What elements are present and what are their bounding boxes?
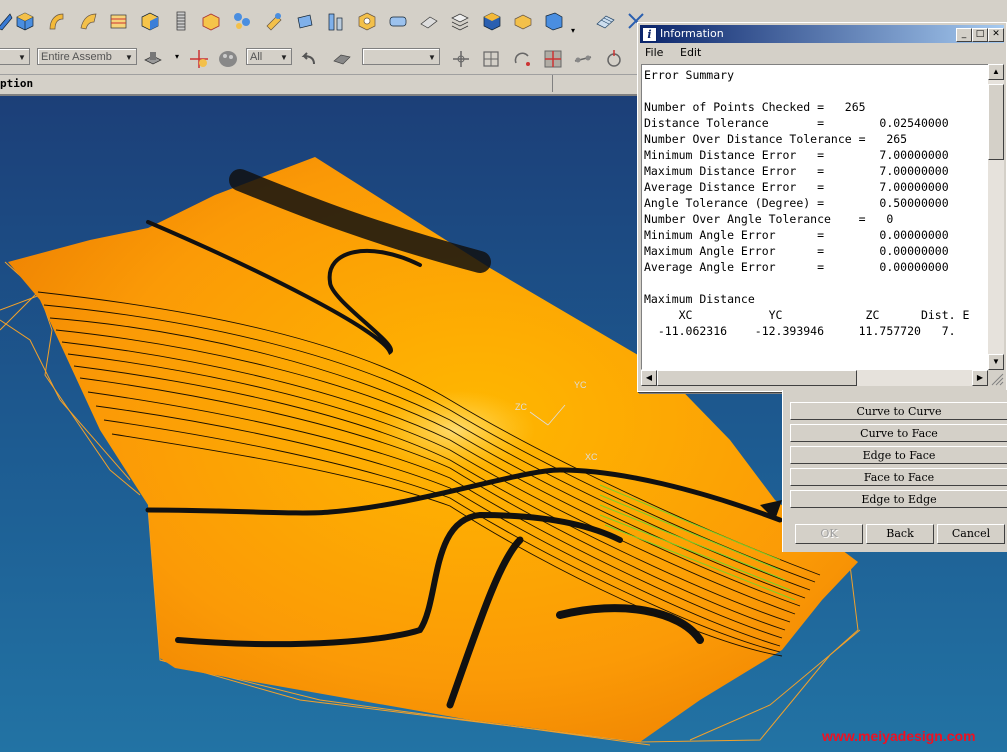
- info-line: Number Over Angle Tolerance = 0: [644, 212, 894, 226]
- boss-icon[interactable]: [387, 10, 409, 32]
- information-titlebar[interactable]: i Information _ □ ✕: [640, 25, 1004, 43]
- hollow-icon[interactable]: [200, 10, 222, 32]
- pattern-icon[interactable]: [231, 10, 253, 32]
- back-button[interactable]: Back: [866, 524, 934, 544]
- info-line: Number Over Distance Tolerance = 265: [644, 132, 908, 146]
- info-line: Maximum Angle Error = 0.00000000: [644, 244, 949, 258]
- cancel-button[interactable]: Cancel: [937, 524, 1005, 544]
- slot-icon[interactable]: [418, 10, 440, 32]
- maximize-button[interactable]: □: [972, 28, 988, 42]
- snap-point-icon[interactable]: [450, 48, 472, 70]
- curve-to-face-button[interactable]: Curve to Face: [790, 424, 1007, 442]
- info-icon: i: [642, 27, 657, 42]
- solid-blue-icon[interactable]: [481, 10, 503, 32]
- part-select-icon[interactable]: [142, 48, 164, 70]
- info-line: [644, 275, 988, 291]
- info-line: -11.062316 -12.393946 11.757720 7.: [644, 324, 956, 338]
- chamfer-icon[interactable]: [543, 10, 565, 32]
- vertical-scrollbar[interactable]: ▲ ▼: [988, 64, 1004, 370]
- deviation-check-panel: Curve to Curve Curve to Face Edge to Fac…: [782, 390, 1007, 552]
- snap-center-icon[interactable]: [480, 48, 502, 70]
- type-filter-select[interactable]: All ▼: [246, 48, 292, 65]
- zc-axis-label: ZC: [515, 402, 527, 412]
- edge-to-face-button[interactable]: Edge to Face: [790, 446, 1007, 464]
- edit-menu[interactable]: Edit: [680, 46, 701, 60]
- info-line: Average Angle Error = 0.00000000: [644, 260, 949, 274]
- filter-combo[interactable]: ▼: [0, 48, 30, 65]
- chevron-down-icon: ▼: [125, 53, 133, 62]
- layers-icon[interactable]: [449, 10, 471, 32]
- snap-tangent-icon[interactable]: [603, 48, 625, 70]
- type-filter-value: All: [250, 51, 263, 63]
- point-snap-icon[interactable]: [188, 48, 210, 70]
- cube-blue-icon[interactable]: [139, 10, 161, 32]
- hex-icon[interactable]: [356, 10, 378, 32]
- ok-button[interactable]: OK: [795, 524, 863, 544]
- info-line: XC YC ZC Dist. E: [644, 308, 970, 322]
- extra-column-header[interactable]: [553, 75, 637, 92]
- block-icon[interactable]: [14, 10, 36, 32]
- xc-axis-label: XC: [585, 452, 598, 462]
- scroll-up-button[interactable]: ▲: [988, 64, 1004, 80]
- assembly-scope-select[interactable]: Entire Assemb ▼: [37, 48, 137, 65]
- snap-arc-icon[interactable]: [511, 48, 533, 70]
- resize-grip[interactable]: [988, 370, 1004, 386]
- snap-quadrant-icon[interactable]: [542, 48, 564, 70]
- information-window: i Information _ □ ✕ File Edit Error Summ…: [637, 22, 1007, 392]
- curve-to-curve-button[interactable]: Curve to Curve: [790, 402, 1007, 420]
- scroll-right-button[interactable]: ▶: [972, 370, 988, 386]
- hscroll-thumb[interactable]: [657, 370, 857, 386]
- edge-to-edge-button[interactable]: Edge to Edge: [790, 490, 1007, 508]
- info-line: Minimum Angle Error = 0.00000000: [644, 228, 949, 242]
- horizontal-scrollbar[interactable]: ◀ ▶: [641, 370, 988, 386]
- information-text-area[interactable]: Error Summary Number of Points Checked =…: [641, 64, 991, 370]
- info-line: Angle Tolerance (Degree) = 0.50000000: [644, 196, 949, 210]
- chevron-down-icon[interactable]: ▾: [175, 52, 179, 61]
- minimize-button[interactable]: _: [956, 28, 972, 42]
- description-column-header[interactable]: ption: [0, 75, 553, 92]
- mesh-icon[interactable]: [594, 10, 616, 32]
- info-line: [644, 83, 988, 99]
- scroll-down-button[interactable]: ▼: [988, 354, 1004, 370]
- close-button[interactable]: ✕: [988, 28, 1004, 42]
- menu-bar: File Edit: [640, 44, 1004, 62]
- revolve-icon[interactable]: [77, 10, 99, 32]
- toolbar-overflow-icon[interactable]: ▾: [571, 26, 575, 35]
- undo-select-icon[interactable]: [298, 48, 320, 70]
- offset-face-icon[interactable]: [512, 10, 534, 32]
- file-menu[interactable]: File: [645, 46, 663, 60]
- scroll-left-button[interactable]: ◀: [641, 370, 657, 386]
- info-line: Number of Points Checked = 265: [644, 100, 866, 114]
- face-to-face-button[interactable]: Face to Face: [790, 468, 1007, 486]
- specular-highlight: [375, 390, 535, 470]
- chevron-down-icon: ▼: [428, 53, 436, 62]
- snap-select[interactable]: ▼: [362, 48, 440, 65]
- info-line: Distance Tolerance = 0.02540000: [644, 116, 949, 130]
- window-title: Information: [660, 27, 724, 40]
- info-line: Maximum Distance: [644, 292, 755, 306]
- chevron-down-icon: ▼: [18, 53, 26, 62]
- snap-intersect-icon[interactable]: [572, 48, 594, 70]
- yc-axis-label: YC: [574, 380, 587, 390]
- extrude-icon[interactable]: [45, 10, 67, 32]
- scroll-thumb[interactable]: [988, 84, 1004, 160]
- info-line: Minimum Distance Error = 7.00000000: [644, 148, 949, 162]
- boolean-icon[interactable]: [263, 10, 285, 32]
- info-line: Maximum Distance Error = 7.00000000: [644, 164, 949, 178]
- watermark-text: www.meiyadesign.com: [822, 728, 976, 744]
- cylinder-icon[interactable]: [294, 10, 316, 32]
- eraser-icon[interactable]: [331, 48, 353, 70]
- info-line: Average Distance Error = 7.00000000: [644, 180, 949, 194]
- tube-icon[interactable]: [325, 10, 347, 32]
- palette-icon[interactable]: [217, 48, 239, 70]
- chevron-down-icon: ▼: [280, 53, 288, 62]
- thread-icon[interactable]: [170, 10, 192, 32]
- sheet-icon[interactable]: [108, 10, 130, 32]
- error-summary-text: Error Summary Number of Points Checked =…: [642, 65, 990, 341]
- assembly-scope-value: Entire Assemb: [41, 51, 112, 63]
- info-line: Error Summary: [644, 68, 735, 82]
- navigator-header: ption: [0, 75, 637, 96]
